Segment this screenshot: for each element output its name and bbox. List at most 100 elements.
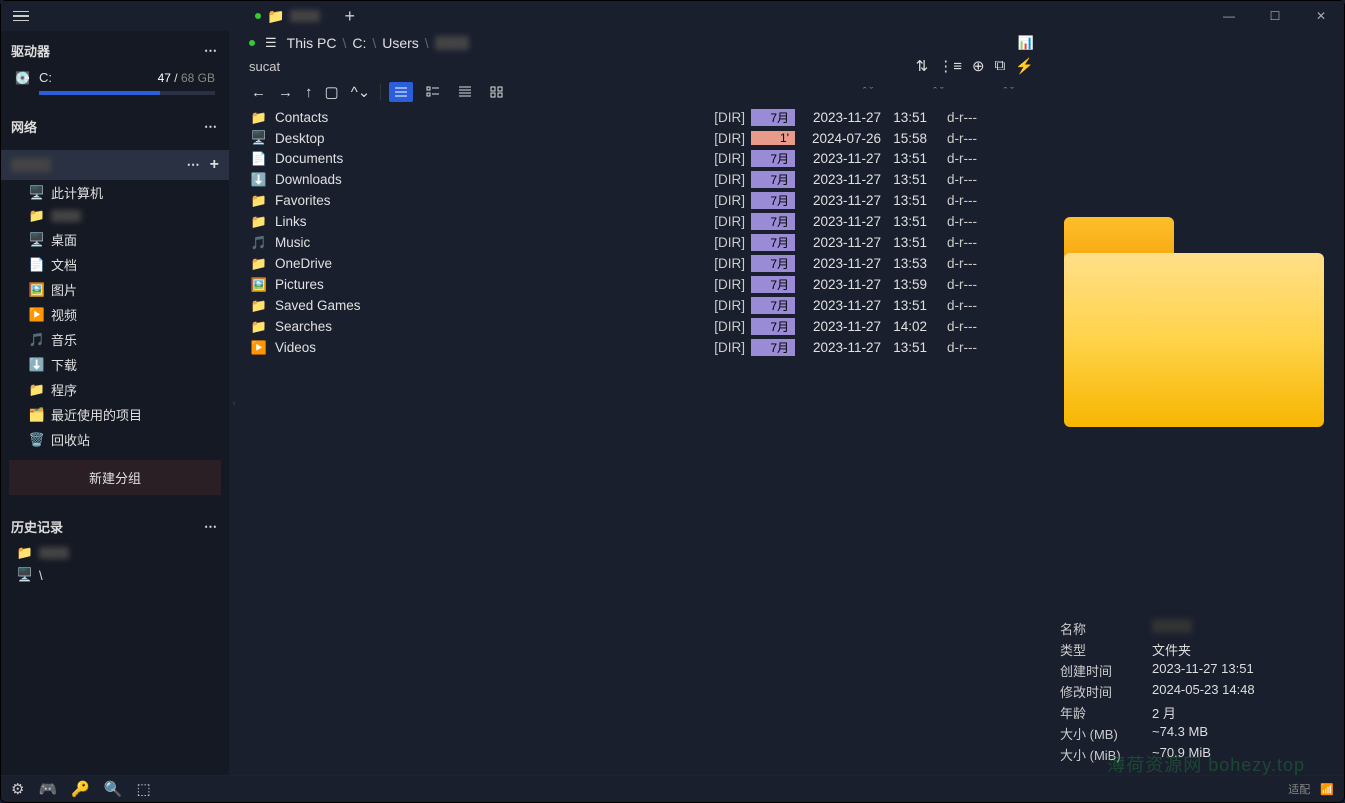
info-value — [1152, 619, 1192, 633]
drives-header[interactable]: 驱动器 ⋯ — [1, 35, 229, 66]
file-age: 1' — [751, 131, 795, 145]
sidebar-item[interactable]: 📁 — [1, 205, 229, 227]
file-attr: d-r--- — [927, 193, 977, 208]
sidebar-item[interactable]: 🎵 音乐 — [1, 327, 229, 352]
settings-icon[interactable]: ⚙ — [11, 780, 24, 798]
file-dir: [DIR] — [705, 340, 751, 355]
filter-input[interactable] — [249, 59, 449, 74]
splitter[interactable]: ‹ — [229, 31, 239, 775]
file-age: 7月 — [751, 171, 795, 188]
group-add-button[interactable]: + — [210, 156, 219, 174]
close-button[interactable]: ✕ — [1298, 1, 1344, 31]
drive-icon: 💽 — [15, 71, 33, 85]
network-header[interactable]: 网络 ⋯ — [1, 111, 229, 142]
view-details-button[interactable] — [389, 82, 413, 102]
search-icon[interactable]: 🔍 — [104, 780, 123, 798]
forward-button[interactable]: → — [276, 82, 295, 103]
menu-button[interactable] — [7, 5, 35, 28]
up-button[interactable]: ↑ — [303, 82, 315, 103]
file-attr: d-r--- — [927, 298, 977, 313]
history-item[interactable]: 🖥️ \ — [1, 564, 229, 586]
file-row[interactable]: 🖥️ Desktop [DIR] 1' 2024-07-26 15:58 d-r… — [249, 128, 1034, 148]
sort-toggle-icon[interactable]: ⇅ — [916, 57, 929, 75]
back-button[interactable]: ← — [249, 82, 268, 103]
new-tab-button[interactable]: + — [334, 2, 365, 31]
view-compact-button[interactable] — [453, 82, 477, 102]
chart-icon[interactable]: 📊 — [1018, 35, 1034, 51]
drives-more-icon[interactable]: ⋯ — [204, 43, 219, 59]
file-date: 2023-11-27 — [799, 298, 881, 313]
breadcrumb-segment[interactable]: Users — [382, 35, 419, 51]
flash-icon[interactable]: ⚡ — [1015, 57, 1034, 75]
file-row[interactable]: 🖼️ Pictures [DIR] 7月 2023-11-27 13:59 d-… — [249, 274, 1034, 295]
dropdown-icon[interactable]: ^⌄ — [349, 81, 373, 103]
breadcrumb-segment[interactable] — [435, 36, 469, 50]
sidebar-item[interactable]: 🗑️ 回收站 — [1, 427, 229, 452]
file-name: Pictures — [275, 277, 705, 292]
terminal-icon[interactable]: ⬚ — [137, 780, 151, 798]
file-name: Favorites — [275, 193, 705, 208]
key-icon[interactable]: 🔑 — [71, 780, 90, 798]
tab-current[interactable]: 📁 — [241, 4, 334, 29]
item-label: 最近使用的项目 — [51, 405, 142, 424]
minimize-button[interactable]: — — [1206, 1, 1252, 31]
tree-icon[interactable]: ⋮≡ — [938, 57, 962, 75]
network-more-icon[interactable]: ⋯ — [204, 119, 219, 135]
item-icon: ⬇️ — [27, 357, 47, 373]
file-row[interactable]: 📁 OneDrive [DIR] 7月 2023-11-27 13:53 d-r… — [249, 253, 1034, 274]
maximize-button[interactable]: ☐ — [1252, 1, 1298, 31]
file-row[interactable]: ⬇️ Downloads [DIR] 7月 2023-11-27 13:51 d… — [249, 169, 1034, 190]
view-list-button[interactable] — [421, 82, 445, 102]
new-group-button[interactable]: 新建分组 — [9, 460, 221, 495]
file-row[interactable]: ▶️ Videos [DIR] 7月 2023-11-27 13:51 d-r-… — [249, 337, 1034, 358]
sidebar-item[interactable]: 📄 文档 — [1, 252, 229, 277]
file-dir: [DIR] — [705, 277, 751, 292]
copy-icon[interactable]: ⧉ — [995, 57, 1006, 75]
list-icon[interactable]: ☰ — [265, 35, 277, 51]
sidebar-item[interactable]: ▶️ 视频 — [1, 302, 229, 327]
history-item[interactable]: 📁 — [1, 542, 229, 564]
file-icon: ▶️ — [249, 340, 269, 356]
drives-title: 驱动器 — [11, 41, 50, 60]
file-date: 2023-11-27 — [799, 256, 881, 271]
breadcrumb-segment[interactable]: This PC — [287, 35, 337, 51]
file-row[interactable]: 📁 Links [DIR] 7月 2023-11-27 13:51 d-r--- — [249, 211, 1034, 232]
breadcrumb-segment[interactable]: C: — [352, 35, 366, 51]
group-header[interactable]: ⋯ + — [1, 150, 229, 180]
view-grid-button[interactable] — [485, 82, 509, 102]
col-sort-date[interactable]: ˆ ˇ — [933, 86, 943, 98]
add-icon[interactable]: ⊕ — [972, 57, 985, 75]
file-row[interactable]: 🎵 Music [DIR] 7月 2023-11-27 13:51 d-r--- — [249, 232, 1034, 253]
file-age: 7月 — [751, 339, 795, 356]
new-window-icon[interactable]: ▢ — [323, 81, 341, 103]
file-list[interactable]: 📁 Contacts [DIR] 7月 2023-11-27 13:51 d-r… — [239, 107, 1044, 775]
sidebar-item[interactable]: 🖼️ 图片 — [1, 277, 229, 302]
file-attr: d-r--- — [927, 131, 977, 146]
col-sort-name[interactable]: ˆ ˇ — [863, 86, 873, 98]
file-row[interactable]: 📁 Searches [DIR] 7月 2023-11-27 14:02 d-r… — [249, 316, 1034, 337]
file-time: 13:51 — [881, 151, 927, 166]
sidebar-item[interactable]: 🖥️ 桌面 — [1, 227, 229, 252]
sidebar-item[interactable]: 🖥️ 此计算机 — [1, 180, 229, 205]
info-value: 2024-05-23 14:48 — [1152, 682, 1255, 701]
sidebar-item[interactable]: ⬇️ 下载 — [1, 352, 229, 377]
drive-item[interactable]: 💽 C: 47 / 68 GB — [1, 66, 229, 89]
item-icon: 🖥️ — [27, 232, 47, 248]
group-more-icon[interactable]: ⋯ — [187, 157, 202, 173]
signal-icon[interactable]: 📶 — [1320, 783, 1334, 796]
sidebar-item[interactable]: 📁 程序 — [1, 377, 229, 402]
file-row[interactable]: 📁 Saved Games [DIR] 7月 2023-11-27 13:51 … — [249, 295, 1034, 316]
file-icon: 📁 — [249, 256, 269, 272]
history-more-icon[interactable]: ⋯ — [204, 519, 219, 535]
history-header[interactable]: 历史记录 ⋯ — [1, 511, 229, 542]
file-row[interactable]: 📁 Favorites [DIR] 7月 2023-11-27 13:51 d-… — [249, 190, 1034, 211]
item-label: 程序 — [51, 380, 77, 399]
file-dir: [DIR] — [705, 193, 751, 208]
gamepad-icon[interactable]: 🎮 — [38, 780, 57, 798]
active-dot-icon — [249, 40, 255, 46]
sidebar-item[interactable]: 🗂️ 最近使用的项目 — [1, 402, 229, 427]
file-row[interactable]: 📁 Contacts [DIR] 7月 2023-11-27 13:51 d-r… — [249, 107, 1034, 128]
file-icon: 📄 — [249, 151, 269, 167]
file-row[interactable]: 📄 Documents [DIR] 7月 2023-11-27 13:51 d-… — [249, 148, 1034, 169]
col-sort-attr[interactable]: ˆ ˇ — [1004, 86, 1014, 98]
